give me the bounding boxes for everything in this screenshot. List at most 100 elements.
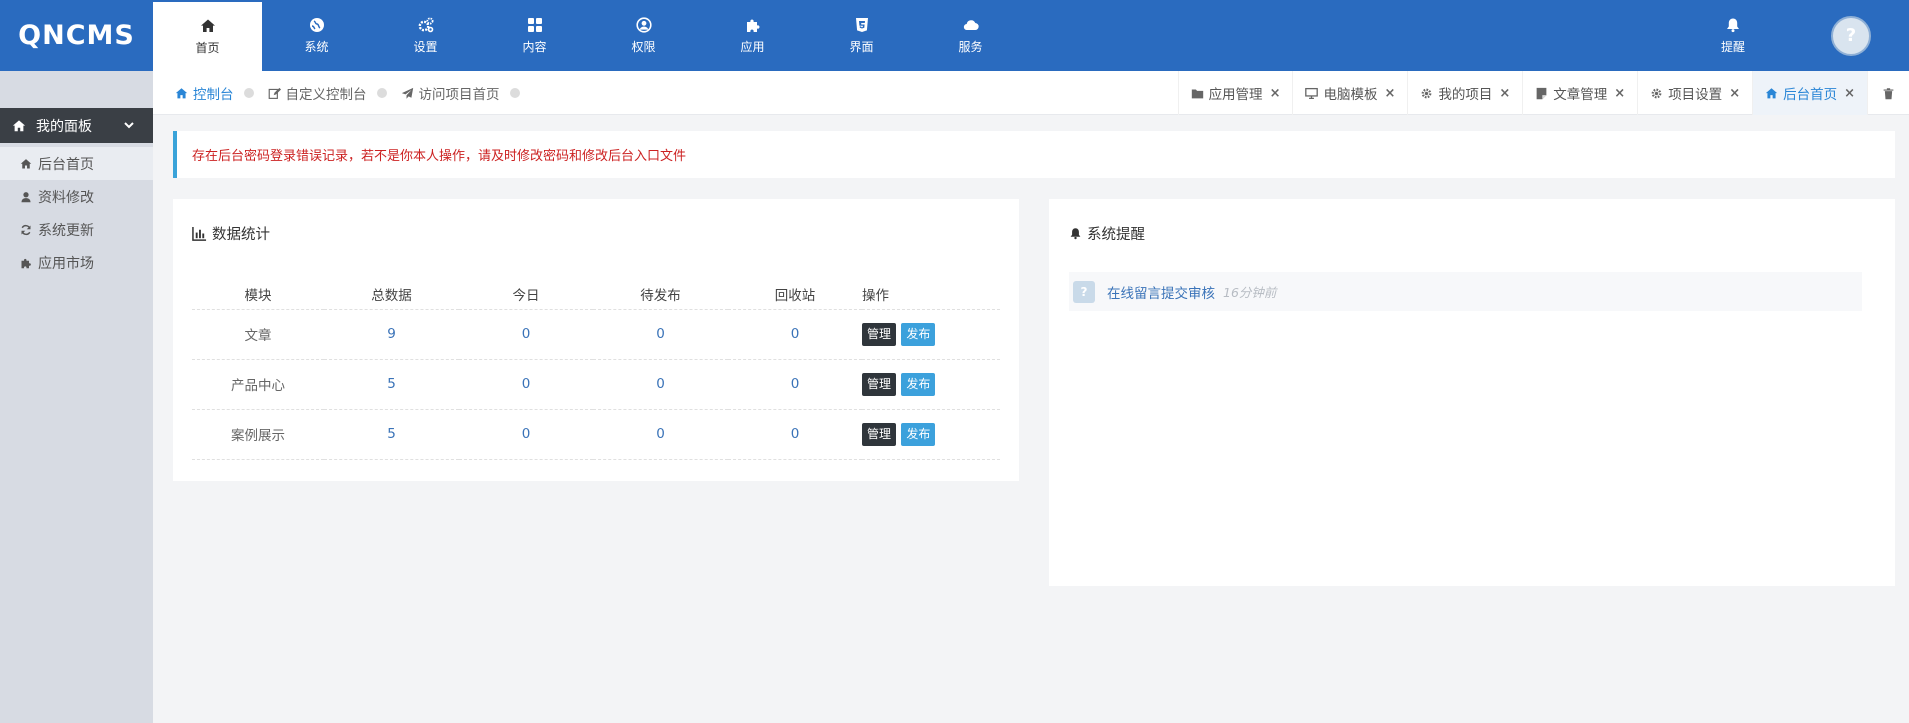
- notifications-button[interactable]: 提醒: [1703, 0, 1763, 71]
- close-all-tabs-button[interactable]: [1867, 71, 1909, 115]
- topnav-label: 首页: [195, 40, 220, 55]
- col-recycle: 回收站: [728, 279, 862, 310]
- stats-title: 数据统计: [212, 227, 270, 243]
- globe-icon: [309, 17, 324, 32]
- publish-button[interactable]: 发布: [901, 422, 936, 446]
- topnav-item-content[interactable]: 内容: [480, 0, 589, 71]
- row-module: 文章: [192, 309, 324, 360]
- gear-icon: [1422, 88, 1432, 98]
- close-icon[interactable]: ×: [1384, 86, 1395, 101]
- row-recycle[interactable]: 0: [728, 359, 862, 410]
- row-module: 案例展示: [192, 409, 324, 460]
- logo[interactable]: QNCMS: [0, 0, 153, 71]
- sidebar-panel-header[interactable]: 我的面板: [0, 108, 161, 143]
- row-pending[interactable]: 0: [593, 309, 728, 360]
- table-header-row: 模块 总数据 今日 待发布 回收站 操作: [192, 279, 1000, 310]
- sidebar-panel-title: 我的面板: [36, 118, 92, 135]
- html5-icon: [855, 17, 868, 32]
- close-icon[interactable]: ×: [1729, 86, 1740, 101]
- table-row: 产品中心 5 0 0 0 管理 发布: [192, 359, 1000, 410]
- sidebar-item-app-market[interactable]: 应用市场: [0, 246, 153, 279]
- row-total[interactable]: 5: [324, 409, 459, 460]
- row-pending[interactable]: 0: [593, 409, 728, 460]
- cloud-icon: [963, 19, 979, 30]
- tab-dashboard-home[interactable]: 后台首页 ×: [1752, 71, 1867, 115]
- alert-text: 存在后台密码登录错误记录，若不是你本人操作，请及时修改密码和修改后台入口文件: [192, 149, 687, 164]
- crumb-label: 控制台: [193, 87, 234, 103]
- row-module: 产品中心: [192, 359, 324, 410]
- crumb-dot: [509, 88, 520, 98]
- file-icon: [1536, 87, 1547, 99]
- sidebar-item-dashboard-home[interactable]: 后台首页: [0, 147, 153, 180]
- manage-button[interactable]: 管理: [862, 322, 897, 346]
- edit-icon: [268, 87, 281, 99]
- publish-button[interactable]: 发布: [901, 322, 936, 346]
- tab-label: 后台首页: [1783, 87, 1838, 103]
- row-pending[interactable]: 0: [593, 359, 728, 410]
- row-recycle[interactable]: 0: [728, 309, 862, 360]
- topnav-label: 系统: [304, 39, 329, 54]
- topnav-item-system[interactable]: 系统: [262, 0, 371, 71]
- tab-article-management[interactable]: 文章管理 ×: [1522, 71, 1637, 115]
- tab-label: 应用管理: [1208, 87, 1263, 103]
- notice-card: 系统提醒 ? 在线留言提交审核 16分钟前: [1049, 199, 1895, 586]
- crumb-custom-console[interactable]: 自定义控制台: [268, 83, 387, 103]
- row-actions: 管理 发布: [862, 309, 1000, 360]
- folder-icon: [1191, 88, 1203, 98]
- trash-icon: [1883, 87, 1894, 99]
- close-icon[interactable]: ×: [1844, 86, 1855, 101]
- crumb-visit-site[interactable]: 访问项目首页: [401, 83, 520, 103]
- notice-text[interactable]: 在线留言提交审核: [1107, 282, 1215, 302]
- bell-icon: [1070, 228, 1081, 240]
- row-today[interactable]: 0: [459, 309, 593, 360]
- tab-pc-template[interactable]: 电脑模板 ×: [1292, 71, 1407, 115]
- tab-my-projects[interactable]: 我的项目 ×: [1407, 71, 1522, 115]
- manage-button[interactable]: 管理: [862, 422, 897, 446]
- topnav-item-apps[interactable]: 应用: [698, 0, 807, 71]
- topnav-item-permissions[interactable]: 权限: [589, 0, 698, 71]
- cogs-icon: [418, 17, 433, 32]
- grid-icon: [527, 17, 542, 32]
- topnav-item-service[interactable]: 服务: [916, 0, 1025, 71]
- close-icon[interactable]: ×: [1499, 86, 1510, 101]
- row-today[interactable]: 0: [459, 359, 593, 410]
- close-icon[interactable]: ×: [1270, 86, 1281, 101]
- tab-project-settings[interactable]: 项目设置 ×: [1637, 71, 1752, 115]
- topnav-item-settings[interactable]: 设置: [371, 0, 480, 71]
- avatar[interactable]: ?: [1831, 15, 1871, 56]
- topnav-item-interface[interactable]: 界面: [807, 0, 916, 71]
- list-item[interactable]: ? 在线留言提交审核 16分钟前: [1069, 272, 1862, 311]
- tab-app-management[interactable]: 应用管理 ×: [1177, 71, 1293, 115]
- chevron-down-icon: [124, 122, 134, 129]
- stats-card: 数据统计 模块 总数据 今日 待发布 回收站 操作 文章 9 0 0 0 管理 …: [173, 199, 1019, 481]
- crumb-label: 访问项目首页: [418, 87, 500, 103]
- sidebar: 我的面板 后台首页 资料修改 系统更新 应用市场: [0, 71, 161, 723]
- crumb-console[interactable]: 控制台: [175, 83, 254, 103]
- row-today[interactable]: 0: [459, 409, 593, 460]
- top-right: 提醒 ?: [1703, 0, 1909, 71]
- publish-button[interactable]: 发布: [901, 372, 936, 396]
- gear-icon: [1651, 88, 1662, 98]
- sidebar-item-system-update[interactable]: 系统更新: [0, 213, 153, 246]
- puzzle-icon: [746, 19, 759, 32]
- notice-title: 系统提醒: [1087, 227, 1145, 243]
- row-total[interactable]: 5: [324, 359, 459, 410]
- row-actions: 管理 发布: [862, 409, 1000, 460]
- topnav-label: 权限: [631, 39, 656, 54]
- row-total[interactable]: 9: [324, 309, 459, 360]
- topnav-label: 界面: [849, 39, 874, 54]
- sidebar-item-profile[interactable]: 资料修改: [0, 180, 153, 213]
- home-icon: [200, 19, 215, 32]
- row-recycle[interactable]: 0: [728, 409, 862, 460]
- tab-label: 我的项目: [1438, 87, 1493, 103]
- topnav-label: 应用: [740, 39, 765, 54]
- table-row: 文章 9 0 0 0 管理 发布: [192, 309, 1000, 360]
- close-icon[interactable]: ×: [1614, 86, 1625, 101]
- sidebar-item-label: 后台首页: [38, 156, 94, 173]
- crumb-dot: [243, 88, 254, 98]
- tab-bar: 控制台 自定义控制台 访问项目首页 应用管理 × 电脑模板 × 我的项目 × 文…: [153, 71, 1909, 115]
- topnav-item-home[interactable]: 首页: [153, 0, 262, 71]
- sidebar-list: 后台首页 资料修改 系统更新 应用市场: [0, 147, 153, 279]
- send-icon: [401, 87, 413, 99]
- manage-button[interactable]: 管理: [862, 372, 897, 396]
